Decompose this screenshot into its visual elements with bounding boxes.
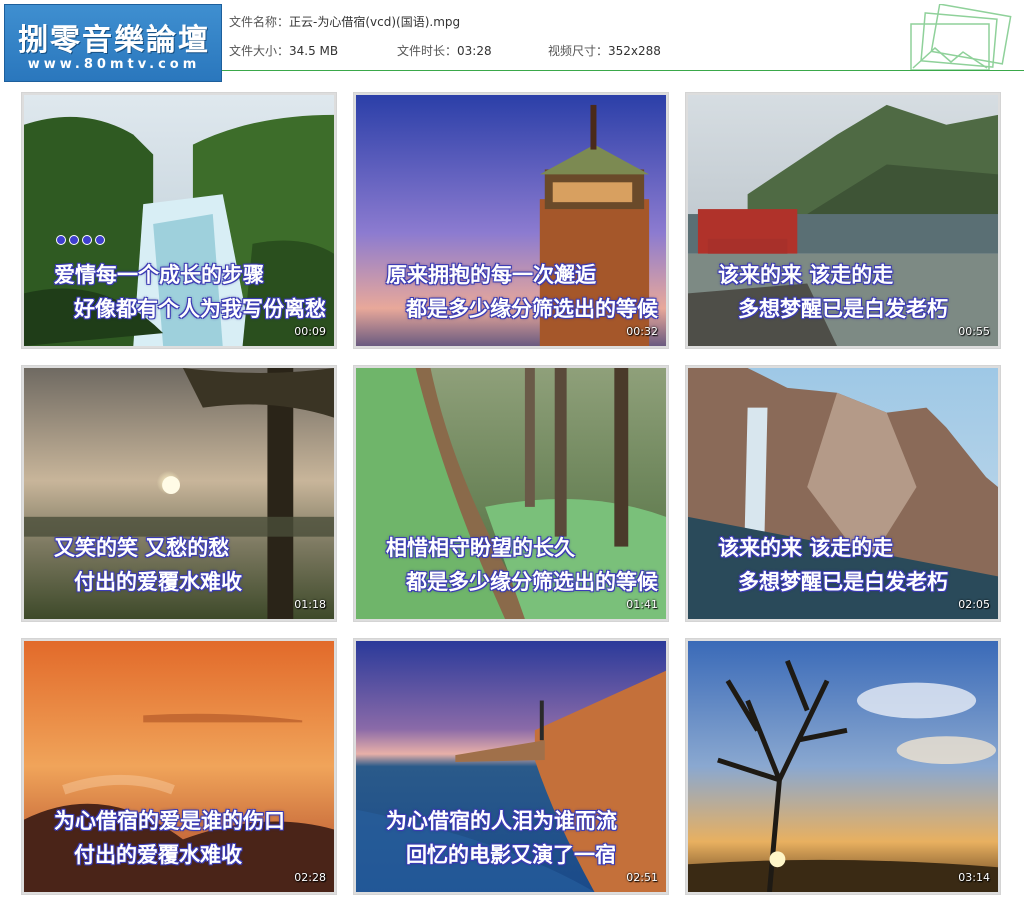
video-thumbnail[interactable]: 该来的来 该走的走多想梦醒已是白发老朽 02:05 bbox=[685, 365, 1001, 622]
lyric-line-top: 爱情每一个成长的步骤 bbox=[54, 263, 264, 287]
header-divider bbox=[222, 70, 1024, 71]
thumbnail-frame: 为心借宿的爱是谁的伤口付出的爱覆水难收 02:28 bbox=[24, 641, 334, 892]
lyric-line-top: 又笑的笑 又愁的愁 bbox=[54, 536, 230, 560]
video-thumbnail[interactable]: 爱情每一个成长的步骤好像都有个人为我写份离愁 00:09 bbox=[21, 92, 337, 349]
lyric-line-bottom: 回忆的电影又演了一宿 bbox=[406, 843, 616, 867]
countdown-dots bbox=[56, 235, 105, 245]
duration-value: 03:28 bbox=[457, 44, 492, 58]
lyric-line-bottom: 好像都有个人为我写份离愁 bbox=[74, 297, 326, 321]
timestamp: 02:05 bbox=[958, 598, 990, 611]
video-thumbnail[interactable]: 为心借宿的爱是谁的伤口付出的爱覆水难收 02:28 bbox=[21, 638, 337, 895]
duration-row: 文件时长：03:28 bbox=[397, 42, 492, 59]
logo-url: www.80mtv.com bbox=[27, 57, 201, 72]
logo-title: 捌零音樂論壇 bbox=[18, 23, 210, 58]
lyric-line-bottom: 付出的爱覆水难收 bbox=[74, 843, 242, 867]
lyric-line-bottom: 多想梦醒已是白发老朽 bbox=[738, 570, 948, 594]
video-thumbnail[interactable]: 03:14 bbox=[685, 638, 1001, 895]
file-name-value: 正云-为心借宿(vcd)(国语).mpg bbox=[289, 15, 461, 29]
resolution-value: 352x288 bbox=[608, 44, 661, 58]
timestamp: 00:09 bbox=[294, 325, 326, 338]
video-thumbnail[interactable]: 该来的来 该走的走多想梦醒已是白发老朽 00:55 bbox=[685, 92, 1001, 349]
lyric-line-bottom: 都是多少缘分筛选出的等候 bbox=[406, 297, 658, 321]
lyric-line-bottom: 付出的爱覆水难收 bbox=[74, 570, 242, 594]
lyric-line-top: 为心借宿的爱是谁的伤口 bbox=[54, 809, 285, 833]
thumbnail-frame: 03:14 bbox=[688, 641, 998, 892]
timestamp: 01:18 bbox=[294, 598, 326, 611]
file-name-row: 文件名称：正云-为心借宿(vcd)(国语).mpg bbox=[229, 13, 460, 30]
lyric-line-bottom: 都是多少缘分筛选出的等候 bbox=[406, 570, 658, 594]
lyric-line-top: 为心借宿的人泪为谁而流 bbox=[386, 809, 617, 833]
timestamp: 00:32 bbox=[626, 325, 658, 338]
header: 捌零音樂論壇 www.80mtv.com 文件名称：正云-为心借宿(vcd)(国… bbox=[0, 0, 1024, 82]
thumbnail-frame: 该来的来 该走的走多想梦醒已是白发老朽 00:55 bbox=[688, 95, 998, 346]
thumbnail-frame: 为心借宿的人泪为谁而流回忆的电影又演了一宿 02:51 bbox=[356, 641, 666, 892]
lyric-line-top: 原来拥抱的每一次邂逅 bbox=[386, 263, 596, 287]
thumbnail-image bbox=[688, 641, 998, 892]
resolution-row: 视频尺寸：352x288 bbox=[548, 42, 661, 59]
timestamp: 03:14 bbox=[958, 871, 990, 884]
duration-label: 文件时长： bbox=[397, 44, 458, 58]
file-size-label: 文件大小： bbox=[229, 44, 290, 58]
thumbnail-frame: 该来的来 该走的走多想梦醒已是白发老朽 02:05 bbox=[688, 368, 998, 619]
thumbnail-frame: 原来拥抱的每一次邂逅都是多少缘分筛选出的等候 00:32 bbox=[356, 95, 666, 346]
file-size-row: 文件大小：34.5 MB bbox=[229, 42, 338, 59]
timestamp: 02:51 bbox=[626, 871, 658, 884]
lyric-line-top: 相惜相守盼望的长久 bbox=[386, 536, 575, 560]
timestamp: 02:28 bbox=[294, 871, 326, 884]
lyric-line-top: 该来的来 该走的走 bbox=[718, 263, 894, 287]
video-thumbnail[interactable]: 原来拥抱的每一次邂逅都是多少缘分筛选出的等候 00:32 bbox=[353, 92, 669, 349]
file-name-label: 文件名称： bbox=[229, 15, 290, 29]
thumbnail-frame: 爱情每一个成长的步骤好像都有个人为我写份离愁 00:09 bbox=[24, 95, 334, 346]
video-thumbnail[interactable]: 为心借宿的人泪为谁而流回忆的电影又演了一宿 02:51 bbox=[353, 638, 669, 895]
thumbnail-frame: 相惜相守盼望的长久都是多少缘分筛选出的等候 01:41 bbox=[356, 368, 666, 619]
photo-stack-icon bbox=[910, 4, 1012, 71]
video-thumbnail[interactable]: 相惜相守盼望的长久都是多少缘分筛选出的等候 01:41 bbox=[353, 365, 669, 622]
resolution-label: 视频尺寸： bbox=[548, 44, 609, 58]
lyric-line-bottom: 多想梦醒已是白发老朽 bbox=[738, 297, 948, 321]
timestamp: 00:55 bbox=[958, 325, 990, 338]
file-size-value: 34.5 MB bbox=[289, 44, 339, 58]
video-thumbnail[interactable]: 又笑的笑 又愁的愁付出的爱覆水难收 01:18 bbox=[21, 365, 337, 622]
site-logo: 捌零音樂論壇 www.80mtv.com bbox=[4, 4, 222, 82]
timestamp: 01:41 bbox=[626, 598, 658, 611]
lyric-line-top: 该来的来 该走的走 bbox=[718, 536, 894, 560]
thumbnail-frame: 又笑的笑 又愁的愁付出的爱覆水难收 01:18 bbox=[24, 368, 334, 619]
